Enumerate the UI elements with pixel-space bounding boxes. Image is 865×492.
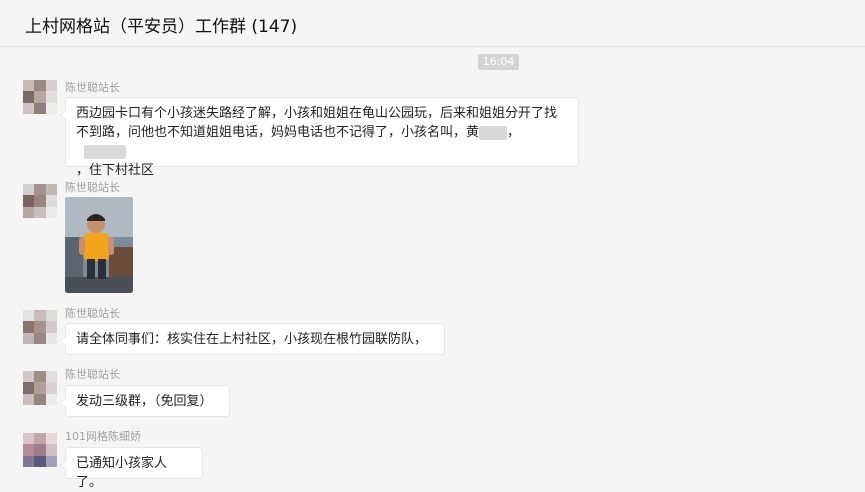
shared-photo[interactable]: [65, 197, 133, 293]
avatar[interactable]: [23, 80, 57, 114]
child-photo-image: [65, 197, 133, 293]
sender-name: 陈世聪站长: [65, 307, 120, 320]
time-divider: 16:04: [478, 54, 519, 70]
message-text: 请全体同事们：核实住在上村社区，小孩现在根竹园联防队，: [76, 332, 428, 347]
sender-name: 陈世聪站长: [65, 368, 120, 381]
sender-name: 101网格陈细娇: [65, 430, 141, 443]
message-bubble[interactable]: 已通知小孩家人了。: [60, 447, 203, 490]
redacted-name: [84, 144, 126, 159]
chat-title[interactable]: 上村网格站（平安员）工作群 (147): [25, 12, 297, 37]
message-bubble[interactable]: 请全体同事们：核实住在上村社区，小孩现在根竹园联防队，: [60, 323, 445, 355]
avatar[interactable]: [23, 184, 57, 218]
sender-name: 陈世聪站长: [65, 181, 120, 194]
avatar[interactable]: [23, 371, 57, 405]
message-bubble[interactable]: 西边园卡口有个小孩迷失路经了解，小孩和姐姐在龟山公园玩，后来和姐姐分开了找 不到…: [60, 97, 579, 178]
message-text: 西边园卡口有个小孩迷失路经了解，小孩和姐姐在龟山公园玩，后来和姐姐分开了找: [76, 106, 558, 121]
message-text: ，住下村社区: [76, 163, 155, 178]
message-bubble[interactable]: 发动三级群，（免回复）: [60, 385, 230, 417]
redacted-name: [479, 125, 508, 140]
chat-header: 上村网格站（平安员）工作群 (147): [0, 0, 865, 47]
avatar[interactable]: [23, 433, 57, 467]
message-text-line: 不到路，问他也不知道姐姐电话，妈妈电话也不记得了，小孩名叫，黄，: [76, 123, 568, 161]
sender-name: 陈世聪站长: [65, 81, 120, 94]
message-text: 发动三级群，（免回复）: [76, 394, 213, 409]
message-text: 已通知小孩家人了。: [76, 456, 168, 490]
avatar[interactable]: [23, 310, 57, 344]
